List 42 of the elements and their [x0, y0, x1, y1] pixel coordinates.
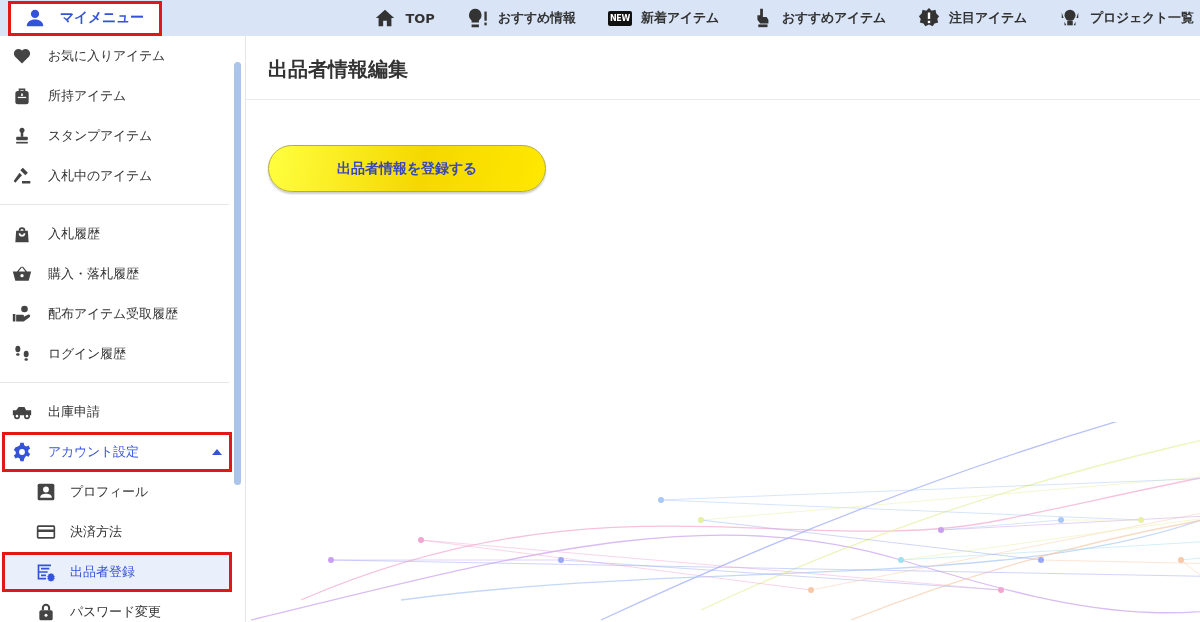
submenu-item[interactable]: 決済方法: [2, 512, 232, 552]
sidebar-item[interactable]: 配布アイテム受取履歴: [2, 294, 232, 334]
gavel-icon: [12, 166, 32, 186]
shopping-bag-icon: [12, 224, 32, 244]
nav-link[interactable]: プロジェクト一覧: [1059, 7, 1194, 29]
heart-icon: [12, 46, 32, 66]
page-title: 出品者情報編集: [246, 36, 1200, 100]
nav-link[interactable]: おすすめ情報: [466, 7, 576, 29]
sidebar-item[interactable]: 購入・落札履歴: [2, 254, 232, 294]
new-badge: NEW: [607, 10, 632, 26]
sidebar-item[interactable]: アカウント設定: [2, 432, 232, 472]
basket-icon: [12, 264, 32, 284]
user-icon: [24, 7, 46, 29]
sidebar-item[interactable]: 入札中のアイテム: [2, 156, 232, 196]
hand-person-icon: [12, 304, 32, 324]
briefcase-icon: [12, 86, 32, 106]
scrollbar[interactable]: [234, 62, 241, 485]
profile-icon: [36, 482, 56, 502]
nav-link[interactable]: 注目アイテム: [918, 7, 1027, 29]
submenu-item[interactable]: 出品者登録: [2, 552, 232, 592]
nav-link[interactable]: TOP: [374, 7, 435, 29]
credit-card-icon: [36, 522, 56, 542]
sidebar-item[interactable]: 入札履歴: [2, 214, 232, 254]
lock-icon: [36, 602, 56, 622]
register-seller-info-button[interactable]: 出品者情報を登録する: [268, 145, 546, 192]
alert-badge-icon: [918, 7, 940, 29]
sidebar-item[interactable]: 所持アイテム: [2, 76, 232, 116]
submenu-item[interactable]: プロフィール: [2, 472, 232, 512]
sidebar-item[interactable]: スタンプアイテム: [2, 116, 232, 156]
footprints-icon: [12, 344, 32, 364]
sidebar-item[interactable]: ログイン履歴: [2, 334, 232, 374]
sidebar-item[interactable]: お気に入りアイテム: [2, 36, 232, 76]
settings-icon: [12, 442, 32, 462]
my-menu-button[interactable]: マイメニュー: [8, 0, 162, 36]
lightbulb-icon: [466, 7, 489, 29]
home-icon: [374, 7, 397, 29]
nav-link[interactable]: NEW 新着アイテム: [607, 7, 719, 29]
caret-icon: [212, 449, 222, 455]
sidebar-item[interactable]: 出庫申請: [2, 392, 232, 432]
submenu-item[interactable]: パスワード変更: [2, 592, 232, 622]
nav-link[interactable]: おすすめアイテム: [751, 7, 886, 29]
seller-form-icon: [36, 562, 56, 582]
